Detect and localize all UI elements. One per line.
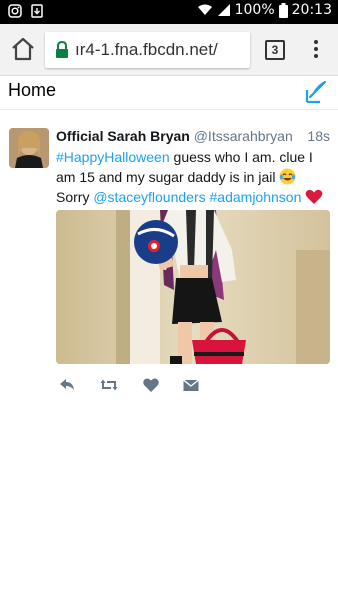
lock-icon	[56, 41, 68, 58]
message-icon[interactable]	[182, 376, 200, 394]
url-text[interactable]: ır4-1.fna.fbcdn.net/	[75, 40, 218, 60]
wifi-icon	[197, 4, 212, 15]
battery-percent: 100%	[234, 2, 275, 18]
avatar-image	[9, 128, 49, 168]
photo-image	[56, 210, 330, 364]
like-icon[interactable]	[142, 376, 160, 394]
home-icon[interactable]	[10, 36, 36, 62]
tweet-photo[interactable]	[56, 210, 330, 364]
status-left-icons	[8, 4, 44, 18]
reply-icon[interactable]	[58, 376, 76, 394]
retweet-icon[interactable]	[100, 376, 118, 394]
tears-of-joy-emoji-icon	[279, 168, 296, 185]
instagram-icon	[8, 4, 22, 18]
hashtag-link[interactable]: #adamjohnson	[210, 189, 302, 205]
compose-tweet-icon[interactable]	[304, 80, 328, 104]
heart-emoji-icon	[305, 189, 323, 204]
status-right: 100% 20:13	[197, 2, 332, 18]
page-title: Home	[8, 80, 57, 100]
signal-icon	[217, 4, 230, 16]
download-icon	[31, 4, 43, 18]
overflow-menu-icon[interactable]	[312, 40, 320, 62]
author-handle[interactable]: @Itssarahbryan	[194, 128, 293, 144]
tweet-header: Official Sarah Bryan @Itssarahbryan 18s	[56, 128, 330, 144]
address-bar[interactable]: ır4-1.fna.fbcdn.net/	[45, 32, 250, 68]
author-name[interactable]: Official Sarah Bryan	[56, 128, 190, 144]
tweet-text: #HappyHalloween guess who I am. clue I a…	[56, 147, 332, 207]
avatar[interactable]	[9, 128, 49, 168]
clock: 20:13	[291, 2, 332, 18]
page-header: Home	[0, 76, 338, 110]
mention-link[interactable]: @staceyflounders	[93, 189, 205, 205]
tweet-actions	[56, 376, 236, 396]
status-bar: 100% 20:13	[0, 0, 338, 24]
hashtag-link[interactable]: #HappyHalloween	[56, 149, 170, 165]
browser-toolbar: ır4-1.fna.fbcdn.net/ 3	[0, 24, 338, 76]
tweet-text-part: Sorry	[56, 189, 94, 205]
tweet-time[interactable]: 18s	[307, 128, 330, 144]
tab-switcher-button[interactable]: 3	[265, 40, 285, 60]
battery-icon	[278, 2, 288, 18]
